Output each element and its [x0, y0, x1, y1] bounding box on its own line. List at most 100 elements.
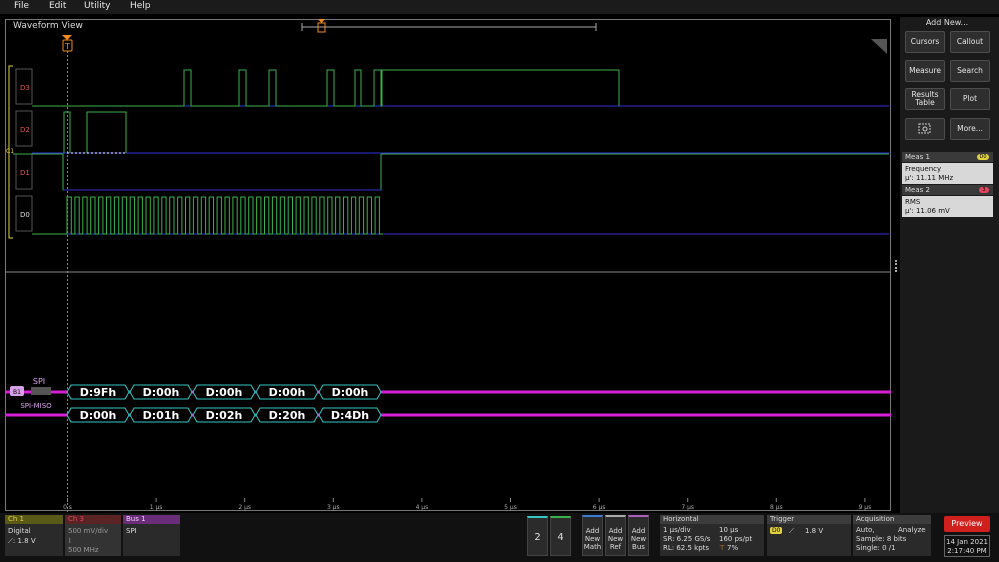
- acquisition-mode: Auto,: [856, 526, 875, 534]
- horizontal-duration: 10 µs: [719, 526, 739, 534]
- date-text: 14 Jan 2021: [946, 538, 988, 546]
- time-tick-label: 5 µs: [504, 504, 517, 511]
- bus1-badge[interactable]: Bus 1 SPI: [123, 515, 180, 556]
- plot-button[interactable]: Plot: [950, 88, 990, 110]
- menu-bar: File Edit Utility Help: [0, 0, 999, 14]
- menu-edit[interactable]: Edit: [49, 1, 66, 11]
- horizontal-record-length: RL: 62.5 kpts: [663, 544, 710, 552]
- waveform-view-title: Waveform View: [13, 21, 83, 31]
- acquisition-badge[interactable]: Acquisition Auto, Analyze Sample: 8 bits…: [853, 515, 931, 556]
- meas2-title: Meas 2: [905, 186, 930, 194]
- trigger-slope-icon: ⟋: [789, 527, 794, 535]
- mosi-packet[interactable]: D:00h: [129, 384, 193, 400]
- results-table-button[interactable]: Results Table: [905, 88, 945, 110]
- mosi-packet[interactable]: D:00h: [192, 384, 256, 400]
- miso-packet-label: D:00h: [80, 409, 117, 422]
- menu-utility[interactable]: Utility: [84, 1, 110, 11]
- bus-label: SPI: [33, 377, 45, 386]
- meas2-badge: 3: [979, 187, 989, 193]
- miso-packet-label: D:01h: [143, 409, 180, 422]
- trace-d1: [13, 153, 889, 191]
- menu-help[interactable]: Help: [130, 1, 151, 11]
- record-overview-bar[interactable]: [300, 18, 600, 34]
- cursors-button[interactable]: Cursors: [905, 31, 945, 53]
- miso-packet-label: D:4Dh: [331, 409, 369, 422]
- mosi-packet-label: D:00h: [143, 386, 180, 399]
- horizontal-position-icon: ⊤: [719, 544, 726, 552]
- more-button[interactable]: More...: [950, 118, 990, 140]
- zoom-box-button[interactable]: [905, 118, 945, 140]
- meas2-value: µ': 11.06 mV: [905, 207, 950, 215]
- channel-label-d3: D3: [20, 84, 30, 92]
- horizontal-title: Horizontal: [660, 515, 764, 524]
- trigger-title: Trigger: [767, 515, 851, 524]
- mosi-packet-label: D:00h: [206, 386, 243, 399]
- horizontal-scale: 1 µs/div: [663, 526, 691, 534]
- miso-packet[interactable]: D:20h: [255, 407, 319, 423]
- trace-d2: [63, 111, 127, 153]
- add-new-ref-button[interactable]: Add New Ref: [605, 515, 626, 556]
- miso-packet[interactable]: D:00h: [66, 407, 130, 423]
- trace-d3: [32, 69, 620, 107]
- trigger-badge[interactable]: Trigger D0 ⟋ 1.8 V: [767, 515, 851, 556]
- date-time[interactable]: 14 Jan 2021 2:17:40 PM: [944, 535, 990, 557]
- channel-label-d2: D2: [20, 126, 30, 134]
- add-new-math-button[interactable]: Add New Math: [582, 515, 603, 556]
- ch1-badge[interactable]: Ch 1 Digital ⟋: 1.8 V: [5, 515, 63, 556]
- channel-label-d1: D1: [20, 169, 30, 177]
- bus-miso-packets: D:00h D:01h D:02h D:20h D:4Dh: [66, 407, 382, 423]
- miso-packet[interactable]: D:4Dh: [318, 407, 382, 423]
- menu-file[interactable]: File: [14, 1, 29, 11]
- preview-button[interactable]: Preview: [944, 516, 990, 532]
- channel-label-c1: C1: [6, 148, 14, 155]
- meas1-body[interactable]: Frequency µ': 11.11 MHz: [902, 163, 993, 184]
- time-text: 2:17:40 PM: [947, 547, 987, 555]
- time-tick-label: 3 µs: [327, 504, 340, 511]
- mosi-packet-label: D:9Fh: [80, 386, 117, 399]
- acquisition-single: Single: 0 /1: [856, 544, 896, 552]
- mosi-packet[interactable]: D:00h: [318, 384, 382, 400]
- time-tick-label: 6 µs: [593, 504, 606, 511]
- time-axis: 0 s 1 µs 2 µs 3 µs 4 µs 5 µs 6 µs 7 µs 8 µs 9 µs: [63, 498, 871, 511]
- ch3-title: Ch 3: [65, 515, 121, 524]
- mosi-packet[interactable]: D:00h: [255, 384, 319, 400]
- zoom-box-icon: [918, 123, 931, 134]
- bus1-title: Bus 1: [123, 515, 180, 524]
- bus-miso-label: SPI-MISO: [20, 402, 52, 410]
- mosi-packet-label: D:00h: [269, 386, 306, 399]
- miso-packet[interactable]: D:01h: [129, 407, 193, 423]
- ch3-badge[interactable]: Ch 3 500 mV/div ⌇ 500 MHz: [65, 515, 121, 556]
- waveform-display[interactable]: T D3 D2 D1 D0 C1 B1 SPI SPI-MISO D:9Fh D:…: [5, 34, 891, 512]
- acquisition-analyze: Analyze: [898, 526, 926, 534]
- time-tick-label: 9 µs: [859, 504, 872, 511]
- channel-label-d0: D0: [20, 211, 30, 219]
- time-tick-label: 4 µs: [416, 504, 429, 511]
- mosi-packet[interactable]: D:9Fh: [66, 384, 130, 400]
- callout-button[interactable]: Callout: [950, 31, 990, 53]
- ch3-line2: 500 MHz: [68, 546, 99, 554]
- horizontal-position: 7%: [727, 544, 739, 552]
- meas1-value: µ': 11.11 MHz: [905, 174, 954, 182]
- measure-button[interactable]: Measure: [905, 60, 945, 82]
- time-tick-label: 0 s: [63, 504, 72, 511]
- panel-resize-grip[interactable]: [895, 260, 899, 272]
- meas2-body[interactable]: RMS µ': 11.06 mV: [902, 196, 993, 217]
- miso-packet-label: D:20h: [269, 409, 306, 422]
- meas1-title: Meas 1: [905, 153, 930, 161]
- mosi-packet-label: D:00h: [332, 386, 369, 399]
- meas1-name: Frequency: [905, 165, 942, 173]
- add-new-bus-button[interactable]: Add New Bus: [628, 515, 649, 556]
- search-button[interactable]: Search: [950, 60, 990, 82]
- acquisition-title: Acquisition: [853, 515, 931, 524]
- trace-d0: [32, 196, 383, 235]
- add-ch2-button[interactable]: 2: [527, 516, 548, 556]
- horizontal-badge[interactable]: Horizontal 1 µs/div 10 µs SR: 6.25 GS/s …: [660, 515, 764, 556]
- miso-packet-label: D:02h: [206, 409, 243, 422]
- add-ch4-button[interactable]: 4: [550, 516, 571, 556]
- time-tick-label: 1 µs: [150, 504, 163, 511]
- time-tick-label: 2 µs: [238, 504, 251, 511]
- acquisition-sample: Sample: 8 bits: [856, 535, 907, 543]
- zoom-corner-icon: [871, 39, 887, 54]
- miso-packet[interactable]: D:02h: [192, 407, 256, 423]
- trigger-source: D0: [770, 527, 783, 534]
